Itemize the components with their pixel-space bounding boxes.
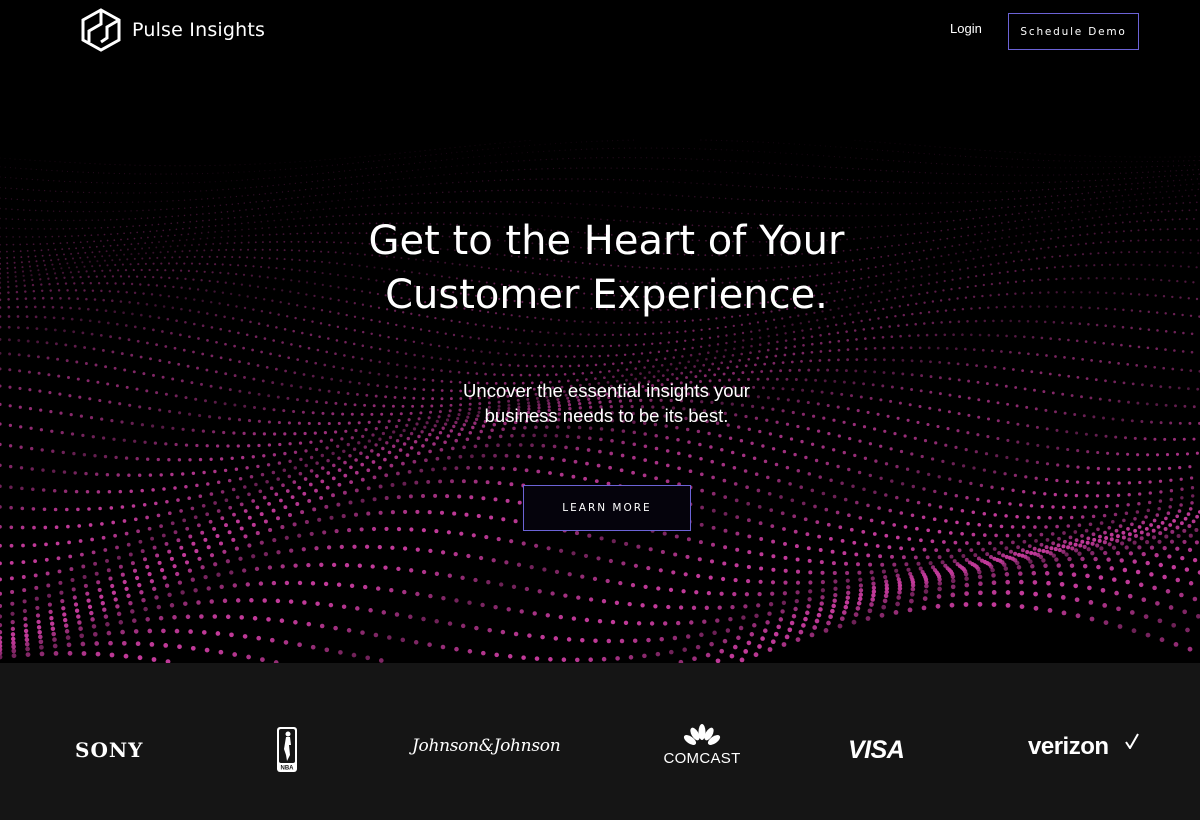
headline-line-2: Customer Experience. (385, 272, 828, 318)
peacock-icon (683, 724, 721, 748)
verizon-check-icon (1125, 733, 1139, 749)
hero-subheadline: Uncover the essential insights your busi… (400, 378, 813, 428)
verizon-logo: verizon (1028, 733, 1109, 760)
hexagon-logo-icon (81, 8, 121, 52)
hero-headline: Get to the Heart of Your Customer Experi… (300, 214, 913, 322)
subheadline-line-2: business needs to be its best. (484, 405, 729, 426)
client-logos-band (0, 663, 1200, 820)
hero-section: Pulse Insights Login Schedule Demo Get t… (0, 0, 1200, 663)
login-link[interactable]: Login (950, 21, 982, 36)
schedule-demo-button[interactable]: Schedule Demo (1008, 13, 1139, 50)
subheadline-line-1: Uncover the essential insights your (463, 380, 750, 401)
comcast-wordmark: COMCAST (663, 750, 741, 767)
visa-logo: VISA (848, 736, 905, 764)
top-nav: Pulse Insights Login Schedule Demo (0, 0, 1200, 70)
brand-name: Pulse Insights (132, 19, 266, 41)
johnson-and-johnson-logo: Johnson&Johnson (412, 736, 561, 756)
particle-wave-background (0, 139, 1200, 663)
learn-more-button[interactable]: LEARN MORE (523, 485, 691, 531)
nba-logo: NBA (277, 727, 297, 772)
headline-line-1: Get to the Heart of Your (368, 218, 845, 264)
sony-logo: SONY (75, 738, 144, 762)
comcast-logo: COMCAST (662, 724, 742, 767)
brand-link[interactable]: Pulse Insights (80, 8, 265, 52)
